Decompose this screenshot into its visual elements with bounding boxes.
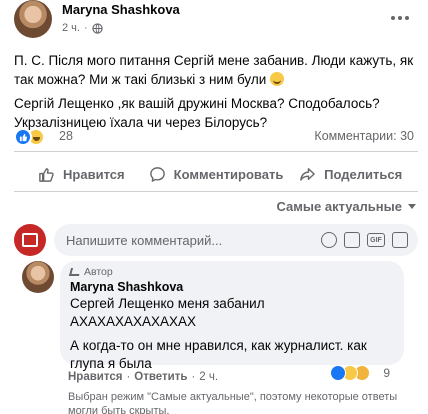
separator-dot: · — [83, 22, 88, 34]
smile-emoji-icon — [270, 72, 285, 86]
author-badge-icon — [68, 268, 82, 276]
comment-line: АХАХАХАХАХАХАХ — [70, 314, 197, 329]
like-reaction-icon — [14, 128, 32, 146]
like-button[interactable]: Нравится — [14, 159, 149, 189]
comment-composer: GIF — [14, 224, 418, 256]
separator-dot: · — [191, 371, 196, 383]
comment-time[interactable]: 2 ч. — [199, 371, 218, 383]
author-avatar[interactable] — [14, 0, 52, 38]
emoji-icon[interactable] — [321, 232, 337, 248]
comment-button[interactable]: Комментировать — [149, 159, 284, 189]
separator-dot: · — [126, 371, 131, 383]
comment-text: Сергей Лещенко меня забанил АХАХАХАХАХАХ… — [70, 295, 394, 373]
caret-down-icon — [408, 204, 416, 209]
reactions-summary: 28 Комментарии: 30 — [14, 126, 418, 148]
current-user-avatar[interactable] — [14, 224, 46, 256]
post-action-bar: Нравится Комментировать Поделиться — [14, 159, 418, 189]
divider — [14, 151, 418, 152]
post-time[interactable]: 2 ч. — [62, 22, 80, 34]
like-button-label: Нравится — [63, 166, 125, 182]
comments-count[interactable]: Комментарии: 30 — [314, 129, 414, 143]
sticker-icon[interactable] — [392, 232, 408, 248]
reaction-count[interactable]: 28 — [59, 129, 73, 143]
commenter-name[interactable]: Maryna Shashkova — [70, 279, 394, 295]
share-button[interactable]: Поделиться — [283, 159, 418, 189]
post-header: Maryna Shashkova 2 ч. · — [14, 0, 418, 44]
camera-icon[interactable] — [344, 232, 360, 248]
comment-reply-link[interactable]: Ответить — [134, 371, 187, 383]
post-author-name[interactable]: Maryna Shashkova — [62, 2, 180, 17]
comment-reaction-count: 9 — [383, 366, 390, 380]
comment-sort-dropdown[interactable]: Самые актуальные — [276, 199, 416, 214]
comment-bubble: Автор Maryna Shashkova Сергей Лещенко ме… — [60, 261, 404, 371]
sort-mode-notice: Выбран режим "Самые актуальные", поэтому… — [68, 391, 398, 414]
comment-sort-label: Самые актуальные — [276, 199, 403, 214]
share-icon — [300, 167, 315, 181]
post-body: П. С. Після мого питання Сергій мене заб… — [14, 51, 418, 137]
globe-icon — [91, 22, 103, 34]
post-meta: 2 ч. · — [62, 22, 103, 34]
post-paragraph: П. С. Після мого питання Сергій мене заб… — [14, 51, 418, 89]
comment-button-label: Комментировать — [173, 166, 284, 182]
comment-line: Сергей Лещенко меня забанил — [70, 296, 265, 311]
comment-icon — [149, 166, 165, 182]
composer-tools: GIF — [321, 232, 408, 248]
share-button-label: Поделиться — [324, 166, 403, 182]
comment-actions: Нравится · Ответить · 2 ч. — [68, 371, 218, 383]
gif-icon[interactable]: GIF — [367, 233, 385, 247]
author-badge: Автор — [68, 265, 394, 279]
like-reaction-icon — [330, 365, 346, 381]
post-paragraph-text: П. С. Після мого питання Сергій мене заб… — [14, 53, 414, 87]
thumbs-up-icon — [39, 167, 54, 182]
commenter-avatar[interactable] — [22, 261, 54, 293]
author-badge-label: Автор — [84, 266, 113, 278]
divider — [14, 191, 418, 192]
more-options-icon[interactable] — [388, 8, 412, 28]
comment-like-link[interactable]: Нравится — [68, 371, 122, 383]
